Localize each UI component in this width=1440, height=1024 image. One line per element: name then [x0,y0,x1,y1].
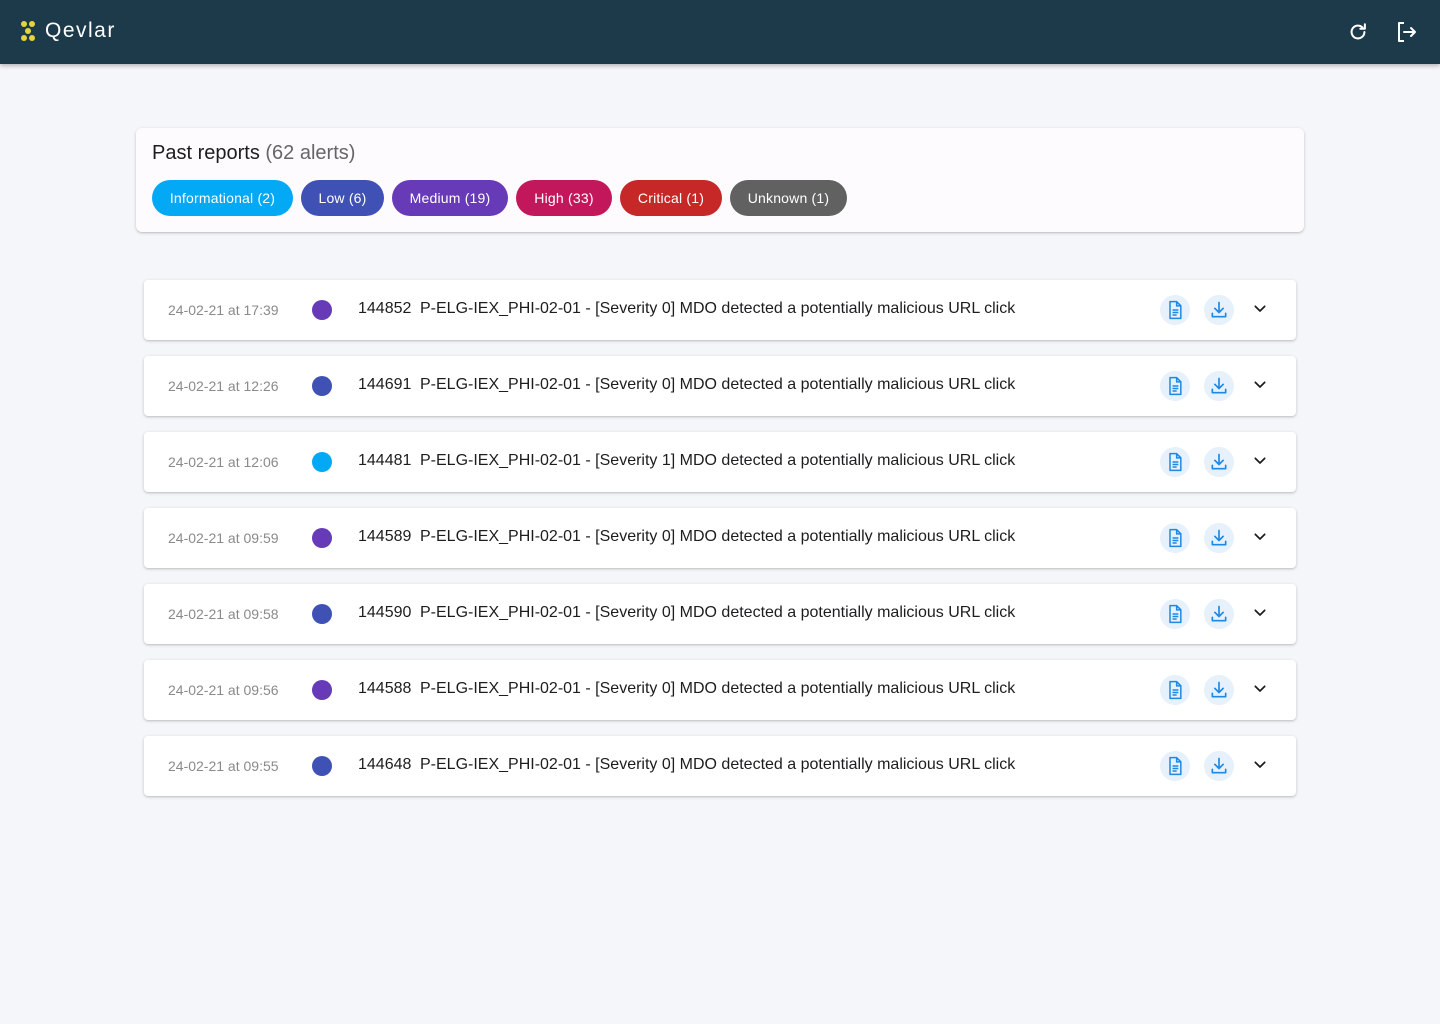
report-row[interactable]: 24-02-21 at 09:56 144588 P-ELG-IEX_PHI-0… [144,660,1296,720]
download-icon [1211,453,1227,470]
qevlar-logo-icon [21,19,37,43]
chevron-down-icon [1254,457,1266,464]
chip-informational[interactable]: Informational (2) [152,180,293,216]
report-title: P-ELG-IEX_PHI-02-01 - [Severity 0] MDO d… [420,756,1016,773]
report-date: 24-02-21 at 09:56 [168,682,279,698]
report-title: P-ELG-IEX_PHI-02-01 - [Severity 0] MDO d… [420,528,1016,545]
view-report-button[interactable] [1160,751,1190,781]
chip-unknown[interactable]: Unknown (1) [730,180,847,216]
view-report-button[interactable] [1160,295,1190,325]
document-icon [1169,680,1182,700]
report-row[interactable]: 24-02-21 at 12:26 144691 P-ELG-IEX_PHI-0… [144,356,1296,416]
past-reports-card: Past reports (62 alerts) Informational (… [136,128,1304,232]
logout-button[interactable] [1392,18,1420,46]
report-row[interactable]: 24-02-21 at 17:39 144852 P-ELG-IEX_PHI-0… [144,280,1296,340]
document-icon [1169,452,1182,472]
chip-low[interactable]: Low (6) [301,180,384,216]
report-date: 24-02-21 at 09:55 [168,758,279,774]
chevron-down-icon [1254,761,1266,768]
report-id: 144589 [358,528,412,545]
alert-count: (62 alerts) [265,142,356,164]
download-report-button[interactable] [1204,599,1234,629]
report-title: P-ELG-IEX_PHI-02-01 - [Severity 0] MDO d… [420,376,1016,393]
report-list: 24-02-21 at 17:39 144852 P-ELG-IEX_PHI-0… [144,280,1296,812]
refresh-button[interactable] [1344,18,1372,46]
severity-dot [312,756,332,776]
document-icon [1169,300,1182,320]
chevron-down-icon [1254,305,1266,312]
report-date: 24-02-21 at 12:06 [168,454,279,470]
severity-dot [312,376,332,396]
expand-row-button[interactable] [1248,373,1272,397]
download-report-button[interactable] [1204,523,1234,553]
report-date: 24-02-21 at 12:26 [168,378,279,394]
logout-icon [1398,22,1416,42]
report-row[interactable]: 24-02-21 at 09:55 144648 P-ELG-IEX_PHI-0… [144,736,1296,796]
expand-row-button[interactable] [1248,753,1272,777]
report-title: P-ELG-IEX_PHI-02-01 - [Severity 0] MDO d… [420,604,1016,621]
document-icon [1169,376,1182,396]
expand-row-button[interactable] [1248,449,1272,473]
report-date: 24-02-21 at 17:39 [168,302,279,318]
chevron-down-icon [1254,685,1266,692]
report-id: 144590 [358,604,412,621]
download-report-button[interactable] [1204,675,1234,705]
document-icon [1169,528,1182,548]
report-id: 144648 [358,756,412,773]
chip-medium[interactable]: Medium (19) [392,180,508,216]
page-title: Past reports (62 alerts) [152,142,355,165]
report-id: 144481 [358,452,412,469]
download-report-button[interactable] [1204,371,1234,401]
severity-dot [312,300,332,320]
severity-filter-chips: Informational (2) Low (6) Medium (19) Hi… [152,180,847,216]
brand-name: Qevlar [45,19,116,42]
severity-dot [312,604,332,624]
severity-dot [312,680,332,700]
severity-dot [312,528,332,548]
view-report-button[interactable] [1160,675,1190,705]
brand[interactable]: Qevlar [21,19,116,43]
chevron-down-icon [1254,381,1266,388]
chip-critical[interactable]: Critical (1) [620,180,722,216]
report-id: 144588 [358,680,412,697]
top-app-bar: Qevlar [0,0,1440,64]
report-title: P-ELG-IEX_PHI-02-01 - [Severity 1] MDO d… [420,452,1016,469]
view-report-button[interactable] [1160,599,1190,629]
report-row[interactable]: 24-02-21 at 09:59 144589 P-ELG-IEX_PHI-0… [144,508,1296,568]
expand-row-button[interactable] [1248,297,1272,321]
chevron-down-icon [1254,609,1266,616]
expand-row-button[interactable] [1248,601,1272,625]
download-report-button[interactable] [1204,447,1234,477]
download-icon [1211,605,1227,622]
report-title: P-ELG-IEX_PHI-02-01 - [Severity 0] MDO d… [420,300,1016,317]
download-report-button[interactable] [1204,295,1234,325]
download-icon [1211,301,1227,318]
report-title: P-ELG-IEX_PHI-02-01 - [Severity 0] MDO d… [420,680,1016,697]
download-icon [1211,681,1227,698]
page-title-text: Past reports [152,142,260,164]
report-date: 24-02-21 at 09:59 [168,530,279,546]
report-row[interactable]: 24-02-21 at 09:58 144590 P-ELG-IEX_PHI-0… [144,584,1296,644]
download-icon [1211,529,1227,546]
expand-row-button[interactable] [1248,677,1272,701]
document-icon [1169,756,1182,776]
download-report-button[interactable] [1204,751,1234,781]
severity-dot [312,452,332,472]
document-icon [1169,604,1182,624]
chip-high[interactable]: High (33) [516,180,612,216]
report-date: 24-02-21 at 09:58 [168,606,279,622]
download-icon [1211,377,1227,394]
expand-row-button[interactable] [1248,525,1272,549]
report-row[interactable]: 24-02-21 at 12:06 144481 P-ELG-IEX_PHI-0… [144,432,1296,492]
view-report-button[interactable] [1160,523,1190,553]
download-icon [1211,757,1227,774]
chevron-down-icon [1254,533,1266,540]
report-id: 144691 [358,376,412,393]
view-report-button[interactable] [1160,447,1190,477]
report-id: 144852 [358,300,412,317]
view-report-button[interactable] [1160,371,1190,401]
refresh-icon [1350,23,1366,40]
